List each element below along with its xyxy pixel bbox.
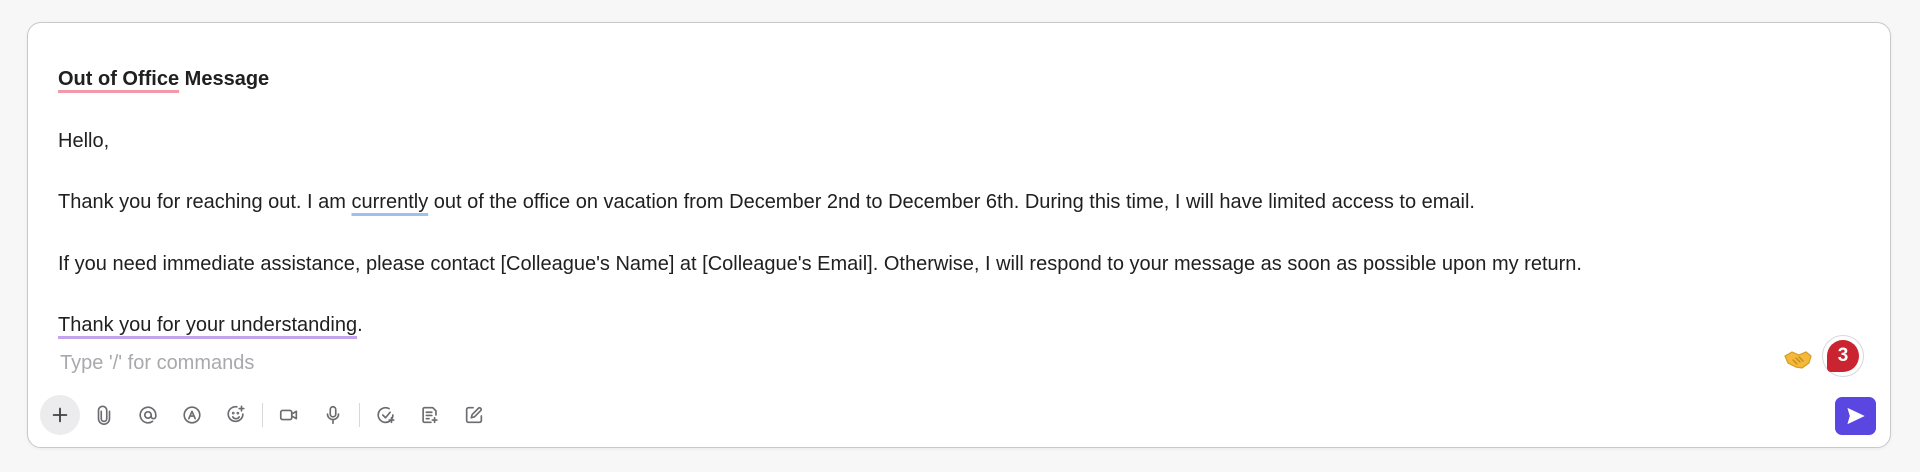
send-icon: [1846, 407, 1865, 425]
plus-icon[interactable]: [40, 395, 80, 435]
message-title-rest: Message: [179, 68, 270, 90]
closing-period: .: [357, 314, 363, 336]
toolbar-divider: [262, 403, 263, 427]
task-check-icon[interactable]: [366, 395, 406, 435]
message-composer: Out of Office Message Hello, Thank you f…: [27, 22, 1891, 448]
notification-badge[interactable]: 3: [1822, 335, 1864, 377]
microphone-icon[interactable]: [313, 395, 353, 435]
spellcheck-underlined-text[interactable]: Out of Office: [58, 68, 179, 90]
toolbar-divider: [359, 403, 360, 427]
style-underlined-text[interactable]: Thank you for your understanding: [58, 314, 357, 336]
message-title: Out of Office Message: [58, 67, 269, 91]
at-mention-icon[interactable]: [128, 395, 168, 435]
greeting-line: Hello,: [58, 130, 110, 152]
handshake-emoji-icon[interactable]: [1782, 343, 1814, 375]
document-icon[interactable]: [410, 395, 450, 435]
handshake-icon: [1784, 351, 1812, 369]
paragraph-vacation-end: out of the office on vacation from Decem…: [428, 191, 1475, 213]
closing-line: Thank you for your understanding.: [58, 313, 363, 337]
edit-create-icon[interactable]: [454, 395, 494, 435]
grammar-underlined-text[interactable]: currently: [352, 191, 429, 213]
send-button[interactable]: [1835, 397, 1876, 435]
command-input[interactable]: [58, 348, 662, 378]
video-icon[interactable]: [269, 395, 309, 435]
paperclip-icon[interactable]: [84, 395, 124, 435]
paragraph-contact: If you need immediate assistance, please…: [58, 253, 1582, 275]
emoji-icon[interactable]: [216, 395, 256, 435]
badge-count: 3: [1827, 340, 1859, 372]
composer-toolbar: [40, 395, 498, 435]
paragraph-vacation-start: Thank you for reaching out. I am: [58, 191, 352, 213]
assign-icon[interactable]: [172, 395, 212, 435]
paragraph-vacation: Thank you for reaching out. I am current…: [58, 190, 1475, 214]
